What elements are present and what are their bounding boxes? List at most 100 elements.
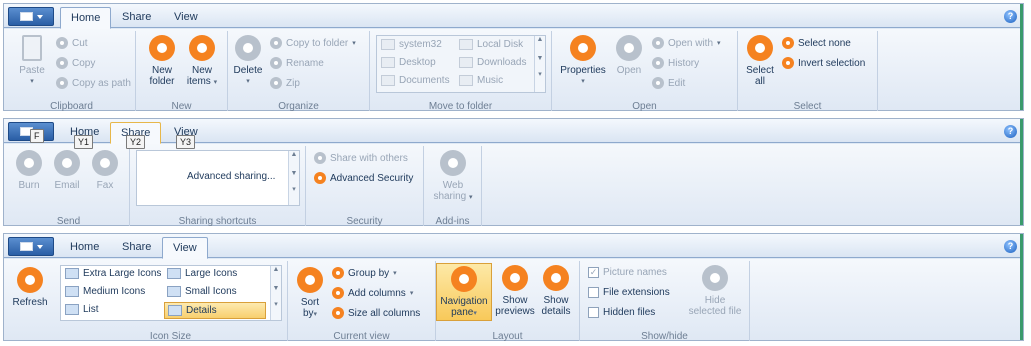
scroll-up-icon[interactable]: ▲ xyxy=(535,36,545,43)
web-sharing-button[interactable]: Web sharing ▾ xyxy=(432,150,474,203)
gallery-item[interactable]: Local Disk xyxy=(459,39,523,50)
sort-by-button[interactable]: Sort by▾ xyxy=(292,267,328,320)
tab-share[interactable]: Share xyxy=(112,7,161,29)
gallery-expand-icon[interactable]: ▾ xyxy=(271,300,281,308)
show-previews-label-2: previews xyxy=(495,306,535,317)
size-all-columns-button[interactable]: Size all columns xyxy=(332,307,420,319)
gallery-item[interactable]: Music xyxy=(459,75,503,86)
gallery-expand-icon[interactable]: ▾ xyxy=(289,185,299,193)
large-icons-icon xyxy=(167,268,181,279)
sharing-gallery[interactable]: Advanced sharing... ▲ ▼ ▾ xyxy=(136,150,300,206)
tab-home[interactable]: Home xyxy=(60,7,112,29)
share-icon xyxy=(314,152,326,164)
downloads-icon xyxy=(459,57,473,68)
burn-button[interactable]: Burn xyxy=(12,150,46,191)
fax-button[interactable]: Fax xyxy=(88,150,122,191)
gallery-item[interactable]: Small Icons xyxy=(167,286,237,297)
gallery-item[interactable]: Extra Large Icons xyxy=(65,268,161,279)
history-button[interactable]: History xyxy=(652,57,699,69)
select-none-button[interactable]: Select none xyxy=(782,37,851,49)
chevron-down-icon: ▾ xyxy=(409,290,414,297)
cut-icon xyxy=(56,37,68,49)
gallery-item-selected[interactable]: Details xyxy=(164,302,266,319)
help-icon[interactable]: ? xyxy=(1004,125,1017,138)
delete-label: Delete xyxy=(233,65,263,76)
open-button[interactable]: Open xyxy=(612,35,646,76)
delete-button[interactable]: Delete ▾ xyxy=(230,35,266,87)
rename-button[interactable]: Rename xyxy=(270,57,324,69)
gallery-item[interactable]: system32 xyxy=(381,39,442,50)
scroll-up-icon[interactable]: ▲ xyxy=(271,266,281,273)
new-items-button[interactable]: New items ▾ xyxy=(182,35,222,88)
scroll-down-icon[interactable]: ▼ xyxy=(535,55,545,62)
gallery-item[interactable]: Medium Icons xyxy=(65,286,145,297)
tab-home[interactable]: Home xyxy=(60,237,109,259)
open-with-button[interactable]: Open with ▾ xyxy=(652,37,721,49)
copy-icon xyxy=(56,57,68,69)
tab-view[interactable]: View xyxy=(164,7,208,29)
file-menu-button[interactable] xyxy=(8,7,54,26)
size-all-columns-label: Size all columns xyxy=(348,307,421,319)
gallery-item[interactable]: Desktop xyxy=(381,57,436,68)
cut-button[interactable]: Cut xyxy=(56,37,88,49)
gallery-scrollbar[interactable]: ▲ ▼ ▾ xyxy=(270,266,281,320)
new-folder-icon xyxy=(149,35,175,61)
scroll-up-icon[interactable]: ▲ xyxy=(289,151,299,158)
select-all-button[interactable]: Select all xyxy=(742,35,778,87)
zip-button[interactable]: Zip xyxy=(270,77,300,89)
addins-group: Web sharing ▾ Add-ins xyxy=(424,146,482,227)
gallery-scrollbar[interactable]: ▲ ▼ ▾ xyxy=(288,151,299,205)
gallery-item[interactable]: Downloads xyxy=(459,57,526,68)
show-previews-button[interactable]: Show previews xyxy=(494,265,536,317)
new-folder-button[interactable]: New folder xyxy=(142,35,182,87)
select-group-label: Select xyxy=(793,101,822,112)
checkbox-icon xyxy=(588,287,599,298)
security-group-label: Security xyxy=(346,216,383,227)
copy-as-path-button[interactable]: Copy as path xyxy=(56,77,131,89)
open-icon xyxy=(616,35,642,61)
gallery-scrollbar[interactable]: ▲ ▼ ▾ xyxy=(534,36,545,92)
hide-selected-label-2: selected file xyxy=(688,306,742,317)
hide-selected-button[interactable]: Hide selected file xyxy=(684,265,746,317)
navigation-pane-button[interactable]: Navigation pane▾ xyxy=(436,263,492,321)
copy-to-folder-button[interactable]: Copy to folder ▾ xyxy=(270,37,356,49)
copy-button[interactable]: Copy xyxy=(56,57,95,69)
gallery-item[interactable]: List xyxy=(65,304,99,315)
security-icon xyxy=(314,172,326,184)
advanced-sharing-item[interactable]: Advanced sharing... xyxy=(187,171,275,182)
help-icon[interactable]: ? xyxy=(1004,240,1017,253)
invert-selection-button[interactable]: Invert selection xyxy=(782,57,865,69)
gallery-item[interactable]: Large Icons xyxy=(167,268,237,279)
navigation-pane-label-2: pane xyxy=(451,307,474,318)
show-previews-label-1: Show xyxy=(502,295,528,306)
tab-share[interactable]: Share xyxy=(112,237,161,259)
gallery-item[interactable]: Documents xyxy=(381,75,450,86)
open-label: Open xyxy=(616,65,642,76)
file-menu-button[interactable] xyxy=(8,237,54,256)
picture-names-checkbox[interactable]: ✓ Picture names xyxy=(588,267,667,278)
refresh-button[interactable]: Refresh xyxy=(10,267,50,308)
scroll-down-icon[interactable]: ▼ xyxy=(271,285,281,292)
paste-button[interactable]: Paste ▾ xyxy=(12,35,52,87)
tab-view[interactable]: View xyxy=(162,237,208,259)
share-with-others-button[interactable]: Share with others xyxy=(314,152,408,164)
ribbon-body: Refresh Extra Large Icons Large Icons Me… xyxy=(4,259,1023,342)
group-by-button[interactable]: Group by ▾ xyxy=(332,267,397,279)
properties-button[interactable]: Properties ▾ xyxy=(558,35,608,87)
gallery-expand-icon[interactable]: ▾ xyxy=(535,70,545,78)
move-to-gallery[interactable]: system32 Local Disk Desktop Downloads Do… xyxy=(376,35,546,93)
advanced-security-button[interactable]: Advanced Security xyxy=(314,172,413,184)
email-button[interactable]: Email xyxy=(50,150,84,191)
edit-button[interactable]: Edit xyxy=(652,77,685,89)
file-extensions-checkbox[interactable]: File extensions xyxy=(588,287,670,298)
add-columns-button[interactable]: Add columns ▾ xyxy=(332,287,413,299)
hidden-files-checkbox[interactable]: Hidden files xyxy=(588,307,655,318)
layout-gallery[interactable]: Extra Large Icons Large Icons Medium Ico… xyxy=(60,265,282,321)
scroll-down-icon[interactable]: ▼ xyxy=(289,170,299,177)
share-ribbon: Home Share View ? F Y1 Y2 Y3 Burn Email … xyxy=(3,118,1024,227)
show-details-button[interactable]: Show details xyxy=(536,265,576,317)
small-icons-icon xyxy=(167,286,181,297)
help-icon[interactable]: ? xyxy=(1004,10,1017,23)
keytip-file: F xyxy=(30,129,44,143)
window-edge xyxy=(1020,234,1023,340)
